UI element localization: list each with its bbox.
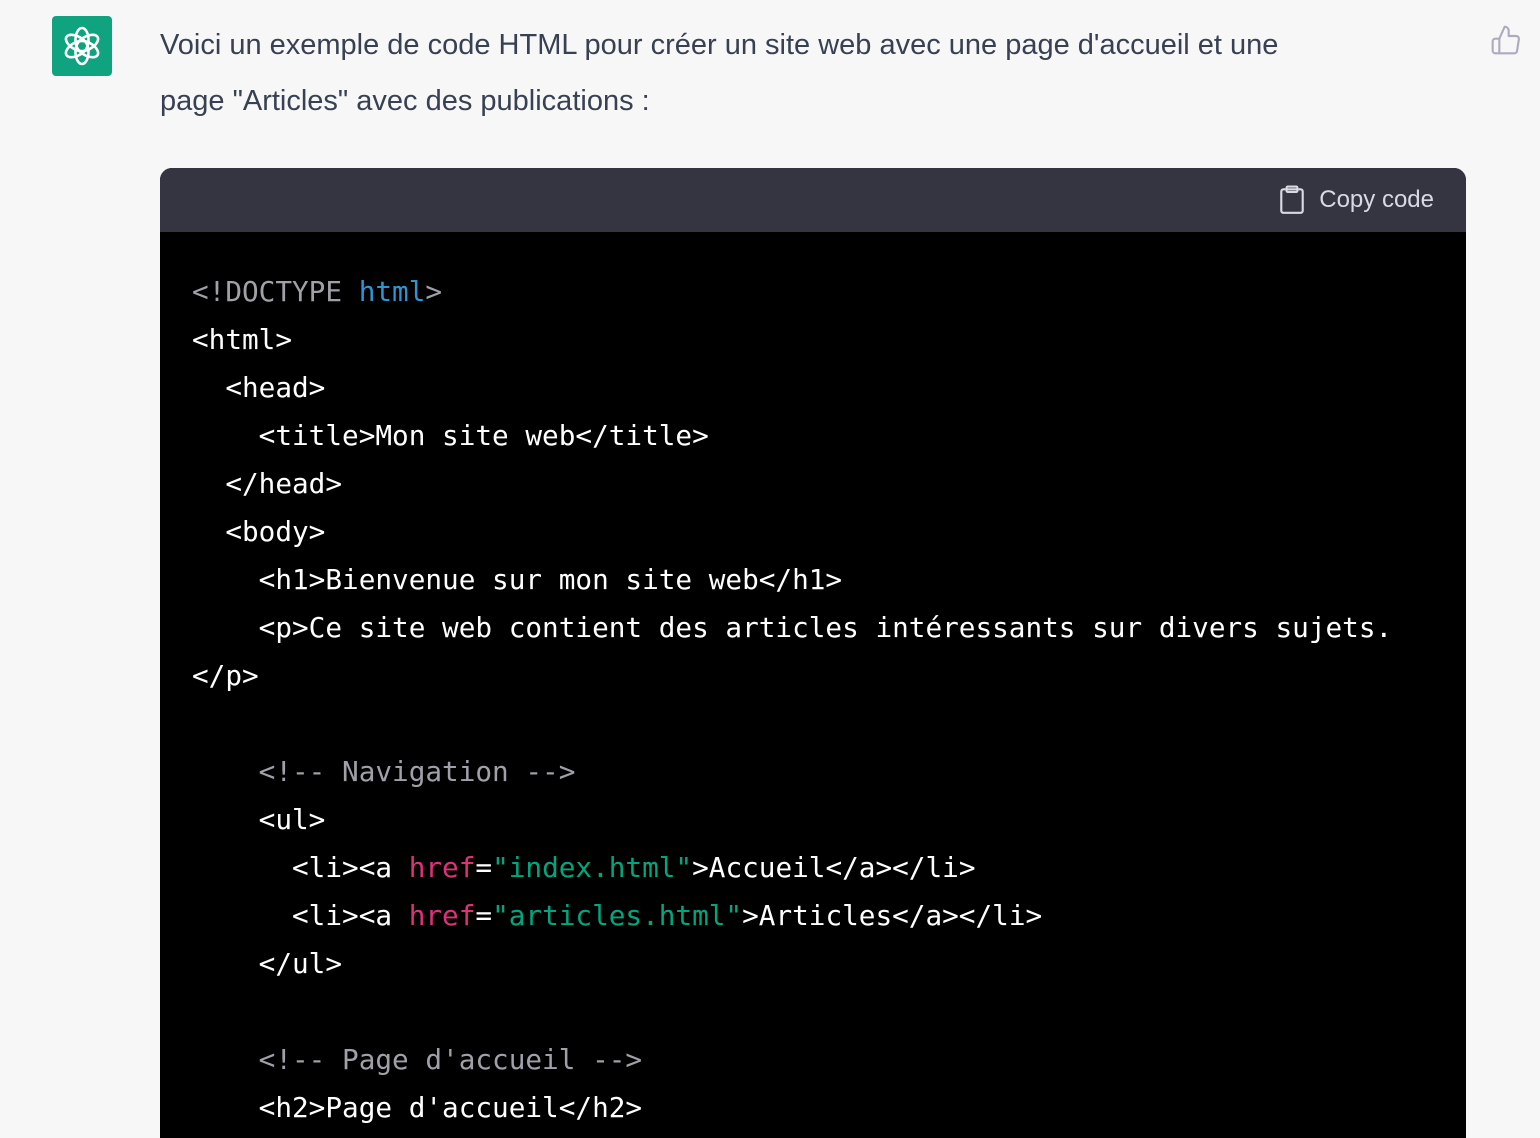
assistant-avatar [52,16,112,76]
copy-code-button[interactable]: Copy code [1279,185,1434,215]
code-line: </ul> [192,940,1466,988]
code-token: <!-- Page d'accueil --> [192,1043,643,1076]
code-line: <!-- Navigation --> [192,748,1466,796]
code-token: <!-- Navigation --> [192,755,576,788]
code-token: "index.html" [492,851,693,884]
code-line: <head> [192,364,1466,412]
code-line: <h1>Bienvenue sur mon site web</h1> [192,556,1466,604]
code-token: <h1>Bienvenue sur mon site web</h1> [192,563,843,596]
code-line: <!-- Page d'accueil --> [192,1036,1466,1084]
code-line: <li><a href="articles.html">Articles</a>… [192,892,1466,940]
code-token: </p> [192,659,259,692]
code-token: <ul> [192,803,326,836]
message-text-line-2: page "Articles" avec des publications : [160,85,650,117]
code-token: = [475,899,493,932]
code-token: > [425,275,443,308]
copy-code-label: Copy code [1319,186,1434,213]
assistant-message: Voici un exemple de code HTML pour créer… [0,0,1540,1138]
code-line: </head> [192,460,1466,508]
code-token: >Accueil</a></li> [692,851,976,884]
clipboard-icon [1280,185,1305,214]
code-token: "articles.html" [492,899,743,932]
code-token: href [408,899,476,932]
code-line: </p> [192,652,1466,700]
code-token: <li><a [192,851,409,884]
code-line: <!DOCTYPE html> [192,268,1466,316]
code-line: <h2>Page d'accueil</h2> [192,1084,1466,1132]
code-token: <li><a [192,899,409,932]
code-token: </ul> [192,947,343,980]
code-line: <p>Ce site web contient des articles int… [192,604,1466,652]
code-token: <body> [192,515,326,548]
code-line: <body> [192,508,1466,556]
code-line: <html> [192,316,1466,364]
code-token: <p>Ce site web contient des articles int… [192,611,1393,644]
code-line: <li><a href="index.html">Accueil</a></li… [192,844,1466,892]
code-token: html [358,275,426,308]
code-block-header: Copy code [160,168,1466,232]
code-token: <title>Mon site web</title> [192,419,709,452]
thumbs-up-button[interactable] [1488,22,1524,58]
thumbs-up-icon [1491,25,1520,55]
message-text: Voici un exemple de code HTML pour créer… [160,17,1460,129]
code-token: </head> [192,467,343,500]
code-token: href [408,851,476,884]
message-text-line-1: Voici un exemple de code HTML pour créer… [160,29,1279,61]
code-line: <title>Mon site web</title> [192,412,1466,460]
openai-logo-icon [64,26,100,66]
code-line: <ul> [192,796,1466,844]
code-token: <!DOCTYPE [192,275,359,308]
code-token: >Articles</a></li> [742,899,1043,932]
code-token: <html> [192,323,293,356]
code-block: Copy code <!DOCTYPE html> <html> <head> <… [160,168,1466,1138]
code-token: = [475,851,493,884]
code-token: <head> [192,371,326,404]
code-token: <h2>Page d'accueil</h2> [192,1091,643,1124]
code-content: <!DOCTYPE html> <html> <head> <title>Mon … [160,232,1466,1132]
